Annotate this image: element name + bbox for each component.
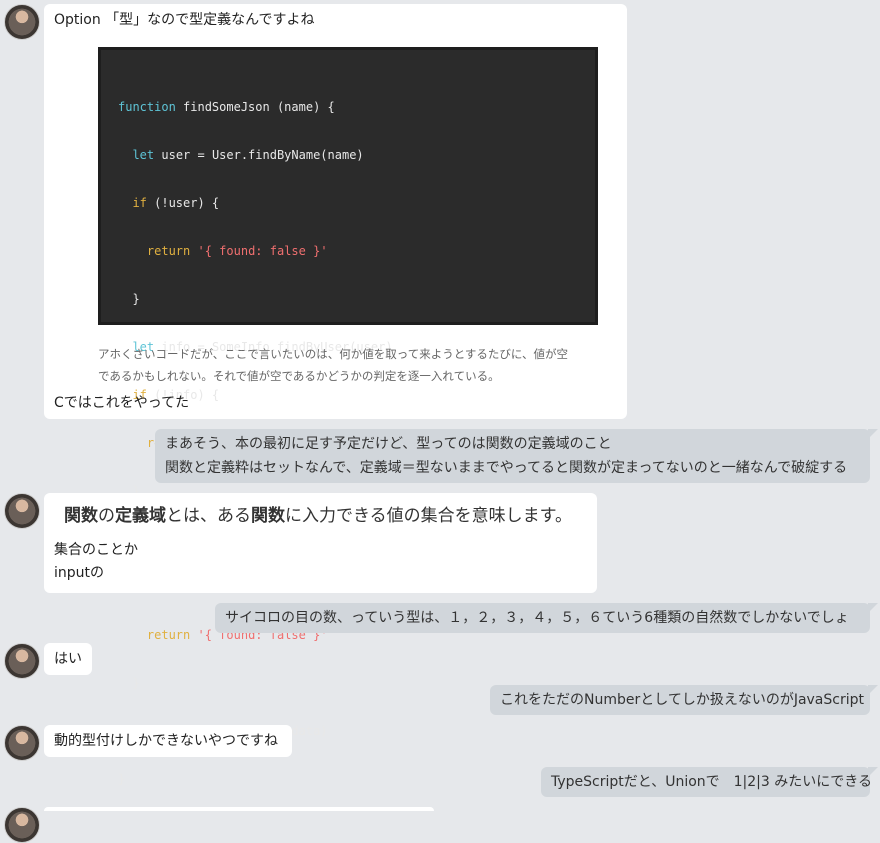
code-line: let user = User.findByName(name) bbox=[132, 148, 364, 162]
code-line: if (!user) { bbox=[132, 196, 220, 210]
message-line: TypeScriptだと、Unionで 1|2|3 みたいにできる bbox=[551, 774, 872, 790]
message-bubble: サイコロの目の数、っていう型は、１，２，３，４，５，６ていう6種類の自然数でしか… bbox=[215, 603, 878, 633]
message-line: サイコロの目の数、っていう型は、１，２，３，４，５，６ていう6種類の自然数でしか… bbox=[225, 610, 849, 626]
code-line: return '{ found: false }' bbox=[146, 244, 328, 258]
message-bubble: Option 「型」なので型定義なんですよね function findSome… bbox=[44, 4, 627, 786]
message-line: まあそう、本の最初に足す予定だけど、型ってのは関数の定義域のこと bbox=[165, 436, 612, 452]
quote-term: 関数 bbox=[64, 506, 98, 526]
code-line: if (!info) { bbox=[132, 388, 220, 402]
avatar[interactable] bbox=[4, 725, 40, 761]
quote-text: に入力できる値の集合を意味します。 bbox=[285, 506, 572, 526]
message-line: 動的型付けしかできないやつですね bbox=[54, 733, 278, 749]
message-bubble: はい bbox=[44, 643, 92, 675]
code-line: function findSomeJson (name) { bbox=[118, 100, 335, 114]
code-line: } bbox=[118, 292, 140, 306]
quoted-text: 関数の定義域とは、ある関数に入力できる値の集合を意味します。 bbox=[54, 503, 587, 529]
message-line: 集合のことか bbox=[54, 542, 138, 558]
caption-line: アホくさいコードだが、ここで言いたいのは、何か値を取って来ようとするたびに、値が… bbox=[98, 347, 568, 361]
quote-text: の bbox=[98, 506, 115, 526]
message-text: Option 「型」なので型定義なんですよね bbox=[54, 12, 315, 28]
message-line: はい bbox=[54, 651, 82, 667]
avatar[interactable] bbox=[4, 807, 40, 843]
quote-term: 関数 bbox=[251, 506, 285, 526]
message-text: Cではこれをやってた bbox=[54, 395, 190, 411]
message-bubble: 動的型付けしかできないやつですね bbox=[44, 725, 292, 757]
message-line: 関数と定義粋はセットなんで、定義域＝型ないままでやってると関数が定まってないのと… bbox=[165, 460, 848, 476]
message-line: inputの bbox=[54, 565, 105, 581]
message-bubble: 関数の定義域とは、ある関数に入力できる値の集合を意味します。 集合のことか in… bbox=[44, 493, 597, 593]
caption-line: であるかもしれない。それで値が空であるかどうかの判定を逐一入れている。 bbox=[98, 369, 500, 383]
image-caption: アホくさいコードだが、ここで言いたいのは、何か値を取って来ようとするたびに、値が… bbox=[98, 343, 608, 387]
code-line: } bbox=[118, 772, 126, 786]
code-screenshot: function findSomeJson (name) { let user … bbox=[98, 47, 598, 786]
avatar[interactable] bbox=[4, 4, 40, 40]
message-bubble bbox=[44, 807, 434, 811]
message-line: これをただのNumberとしてしか扱えないのがJavaScript bbox=[500, 692, 864, 708]
message-bubble: まあそう、本の最初に足す予定だけど、型ってのは関数の定義域のこと 関数と定義粋は… bbox=[155, 429, 878, 483]
avatar[interactable] bbox=[4, 493, 40, 529]
quote-term: 定義域 bbox=[115, 506, 166, 526]
quote-text: とは、ある bbox=[166, 506, 251, 526]
message-bubble: これをただのNumberとしてしか扱えないのがJavaScript bbox=[490, 685, 878, 715]
message-bubble: TypeScriptだと、Unionで 1|2|3 みたいにできる bbox=[541, 767, 878, 797]
avatar[interactable] bbox=[4, 643, 40, 679]
